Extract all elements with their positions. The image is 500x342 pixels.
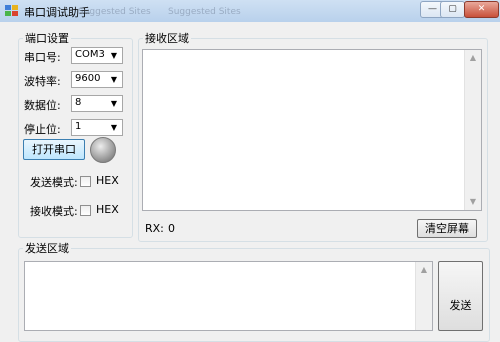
data-bits-label: 数据位: <box>24 99 61 112</box>
receive-text-area[interactable]: ▲ ▼ <box>142 49 482 211</box>
send-button[interactable]: 发送 <box>438 261 483 331</box>
receive-scrollbar[interactable]: ▲ ▼ <box>464 50 481 210</box>
port-select-value: COM3 <box>75 49 105 60</box>
rx-label: RX: <box>145 222 164 235</box>
app-icon <box>5 5 18 16</box>
background-tab-label: Suggested Sites <box>78 7 151 17</box>
port-settings-title: 端口设置 <box>25 32 69 45</box>
open-port-button[interactable]: 打开串口 <box>23 139 85 160</box>
chevron-down-icon[interactable]: ▼ <box>108 50 120 61</box>
stop-bits-select-value: 1 <box>75 121 82 132</box>
chevron-down-icon[interactable]: ▼ <box>108 122 120 133</box>
background-tab-label: Suggested Sites <box>168 7 241 17</box>
send-mode-label: 发送模式: <box>30 176 78 189</box>
chevron-down-icon[interactable]: ▼ <box>108 98 120 109</box>
baud-rate-select-value: 9600 <box>75 73 101 84</box>
send-scrollbar[interactable]: ▲ <box>415 262 432 330</box>
receive-hex-label: HEX <box>96 203 119 216</box>
chevron-down-icon[interactable]: ▼ <box>108 74 120 85</box>
title-bar[interactable]: 串口调试助手 Suggested Sites Suggested Sites —… <box>0 0 500 23</box>
maximize-button[interactable]: ▢ <box>440 1 465 18</box>
scroll-up-icon[interactable]: ▲ <box>416 262 432 278</box>
receive-mode-label: 接收模式: <box>30 205 78 218</box>
clear-screen-button[interactable]: 清空屏幕 <box>417 219 477 238</box>
receive-hex-checkbox[interactable] <box>80 205 91 216</box>
stop-bits-select[interactable]: 1 ▼ <box>71 119 123 136</box>
connection-status-indicator <box>90 137 116 163</box>
scroll-down-icon[interactable]: ▼ <box>465 194 481 210</box>
scroll-up-icon[interactable]: ▲ <box>465 50 481 66</box>
send-text-area[interactable]: ▲ <box>24 261 433 331</box>
data-bits-select-value: 8 <box>75 97 82 108</box>
stop-bits-label: 停止位: <box>24 123 61 136</box>
send-hex-label: HEX <box>96 174 119 187</box>
close-button[interactable]: ✕ <box>464 1 499 18</box>
main-window: 端口设置 串口号: COM3 ▼ 波特率: 9600 ▼ 数据位: 8 ▼ 停止… <box>0 22 500 342</box>
send-hex-checkbox[interactable] <box>80 176 91 187</box>
baud-rate-select[interactable]: 9600 ▼ <box>71 71 123 88</box>
rx-count: 0 <box>168 222 175 235</box>
data-bits-select[interactable]: 8 ▼ <box>71 95 123 112</box>
port-label: 串口号: <box>24 51 61 64</box>
send-area-title: 发送区域 <box>25 242 69 255</box>
port-select[interactable]: COM3 ▼ <box>71 47 123 64</box>
baud-rate-label: 波特率: <box>24 75 61 88</box>
receive-area-title: 接收区域 <box>145 32 189 45</box>
